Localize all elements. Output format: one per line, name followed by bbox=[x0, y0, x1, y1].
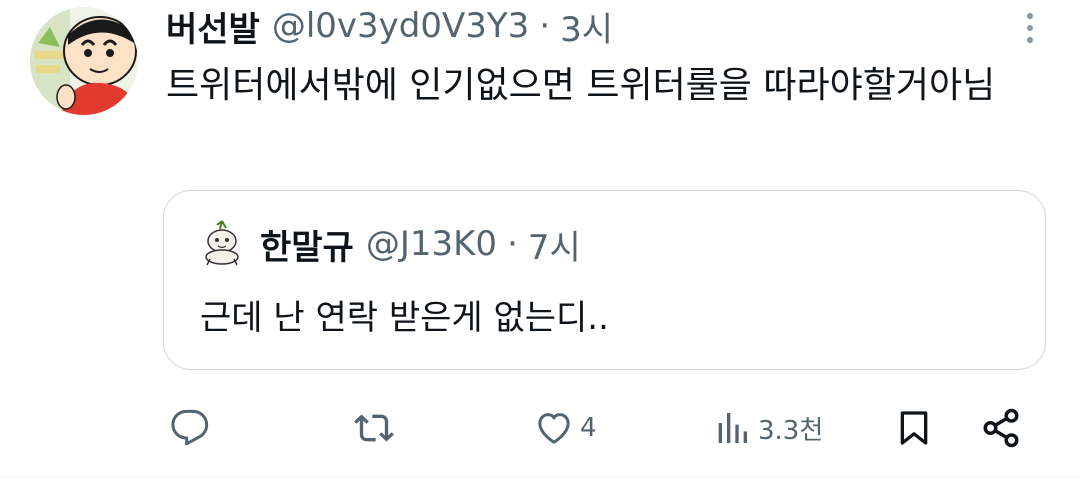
retweet-button[interactable] bbox=[352, 400, 396, 456]
share-button[interactable] bbox=[980, 400, 1022, 456]
action-bar: 4 3.3천 bbox=[166, 400, 1026, 456]
share-icon bbox=[980, 407, 1022, 449]
quoted-separator-dot: · bbox=[507, 224, 518, 264]
bookmark-icon bbox=[894, 408, 934, 448]
quoted-tweet-text: 근데 난 연락 받은게 없는디.. bbox=[200, 298, 609, 338]
like-count: 4 bbox=[580, 413, 597, 443]
tweet-divider bbox=[0, 476, 1080, 477]
quoted-tweet-header: 한말규 @J13K0 · 7시 bbox=[260, 221, 581, 268]
retweet-icon bbox=[352, 408, 396, 448]
crayon-shinchan-avatar-icon[interactable] bbox=[30, 7, 138, 115]
display-name[interactable]: 버선발 bbox=[166, 2, 260, 51]
quoted-timestamp: 7시 bbox=[527, 227, 581, 268]
heart-icon bbox=[534, 408, 574, 448]
quoted-tweet[interactable]: 한말규 @J13K0 · 7시 근데 난 연락 받은게 없는디.. bbox=[163, 190, 1046, 370]
tweet-timestamp[interactable]: 3시 bbox=[560, 2, 613, 51]
quoted-user-handle: @J13K0 bbox=[365, 224, 498, 264]
quoted-display-name: 한말규 bbox=[260, 227, 354, 268]
views-count: 3.3천 bbox=[758, 415, 824, 446]
reply-icon bbox=[170, 408, 210, 448]
views-icon bbox=[712, 408, 752, 448]
like-button[interactable]: 4 bbox=[534, 400, 597, 456]
tweet: 버선발 @l0v3yd0V3Y3 · 3시 트위터에서밖에 인기없으면 트위터룰… bbox=[0, 0, 1080, 491]
tweet-header: 버선발 @l0v3yd0V3Y3 · 3시 bbox=[166, 2, 613, 50]
separator-dot: · bbox=[539, 6, 551, 46]
doodle-creature-avatar-icon bbox=[200, 219, 244, 267]
more-options-icon[interactable] bbox=[1020, 10, 1040, 46]
tweet-text: 트위터에서밖에 인기없으면 트위터룰을 따라야할거아님 bbox=[166, 65, 996, 106]
reply-button[interactable] bbox=[170, 400, 210, 456]
bookmark-button[interactable] bbox=[894, 400, 934, 456]
user-handle[interactable]: @l0v3yd0V3Y3 bbox=[272, 6, 529, 46]
views-button[interactable]: 3.3천 bbox=[712, 400, 823, 456]
